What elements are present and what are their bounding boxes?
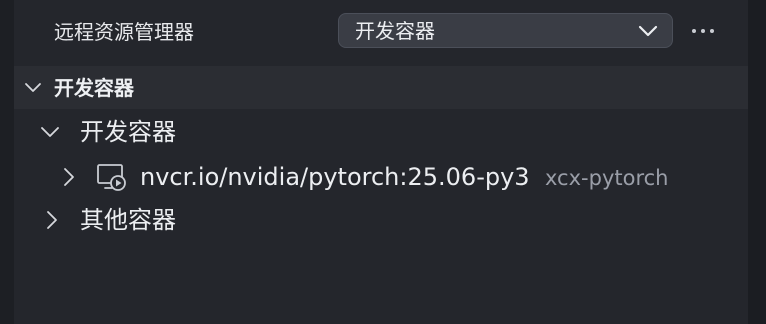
view-select-dropdown[interactable]: 开发容器 bbox=[338, 13, 673, 48]
chevron-down-icon bbox=[41, 127, 59, 137]
dropdown-selected-value: 开发容器 bbox=[355, 19, 435, 43]
chevron-down-icon bbox=[638, 25, 658, 37]
tree-item-dev-containers[interactable]: 开发容器 bbox=[14, 110, 748, 154]
tree-item-other-containers[interactable]: 其他容器 bbox=[14, 198, 748, 242]
container-description: xcx-pytorch bbox=[545, 166, 669, 190]
tree-item-container[interactable]: nvcr.io/nvidia/pytorch:25.06-py3 xcx-pyt… bbox=[14, 156, 748, 200]
remote-explorer-panel: 远程资源管理器 开发容器 开发容器 开发容器 nvcr.io/nvidia/py… bbox=[14, 0, 748, 324]
container-name: nvcr.io/nvidia/pytorch:25.06-py3 bbox=[140, 163, 530, 191]
scroll-gutter bbox=[748, 0, 766, 324]
tree-item-label: 开发容器 bbox=[80, 118, 176, 146]
chevron-down-icon bbox=[25, 83, 41, 92]
chevron-right-icon bbox=[64, 168, 74, 186]
chevron-right-icon bbox=[47, 211, 57, 229]
section-header-dev-containers[interactable]: 开发容器 bbox=[14, 66, 748, 109]
container-play-icon bbox=[97, 164, 126, 191]
panel-title: 远程资源管理器 bbox=[54, 20, 194, 44]
section-title: 开发容器 bbox=[54, 76, 134, 100]
tree-item-label: 其他容器 bbox=[80, 206, 176, 234]
panel-header: 远程资源管理器 开发容器 bbox=[14, 0, 748, 66]
ellipsis-icon[interactable] bbox=[686, 17, 720, 45]
